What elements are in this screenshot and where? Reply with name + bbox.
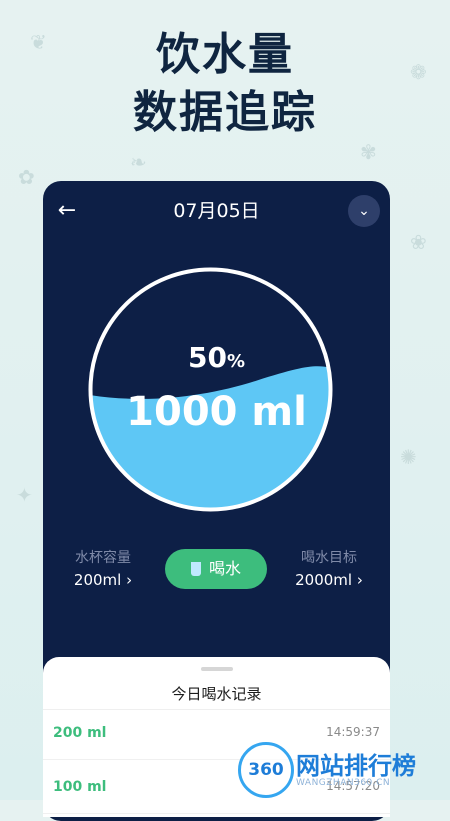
headline-line2: 数据追踪 xyxy=(133,87,317,138)
mushroom-icon: ✾ xyxy=(360,140,377,164)
percent-unit: % xyxy=(226,351,245,372)
cup-icon xyxy=(190,562,201,576)
nut-icon: ✺ xyxy=(400,445,417,469)
carrot-icon: ❧ xyxy=(130,150,147,174)
drink-button-label: 喝水 xyxy=(208,559,241,578)
watermark-logo: 360 xyxy=(238,742,294,798)
amount-readout: 1000 ml xyxy=(126,389,307,435)
record-amount: 200 ml xyxy=(53,725,107,741)
records-title: 今日喝水记录 xyxy=(171,685,262,703)
drink-water-button[interactable]: 喝水 xyxy=(165,549,267,589)
divider xyxy=(43,709,390,710)
sheet-drag-handle[interactable] xyxy=(201,667,233,671)
cup-capacity-value[interactable]: 200ml › xyxy=(53,571,153,589)
watermark-url: WANGZHAN360.CN xyxy=(296,778,391,788)
percent-value: 50 xyxy=(187,341,227,374)
leaf-icon: ✿ xyxy=(18,165,35,189)
berry-icon: ❀ xyxy=(410,230,427,254)
date-title: 07月05日 xyxy=(173,200,260,222)
goal-label: 喝水目标 xyxy=(301,550,357,566)
goal-value[interactable]: 2000ml › xyxy=(279,571,379,589)
percent-readout: 50% xyxy=(43,341,390,374)
headline-line1: 饮水量 xyxy=(156,29,294,80)
record-time: 14:59:37 xyxy=(326,725,380,739)
record-amount: 100 ml xyxy=(53,779,107,795)
watermark: 360 网站排行榜 WANGZHAN360.CN xyxy=(232,742,446,798)
chevron-down-icon[interactable]: ⌄ xyxy=(348,195,380,227)
watermark-text: 网站排行榜 xyxy=(296,752,416,780)
lemon-icon: ✦ xyxy=(16,483,33,507)
cup-capacity-label: 水杯容量 xyxy=(75,550,131,566)
